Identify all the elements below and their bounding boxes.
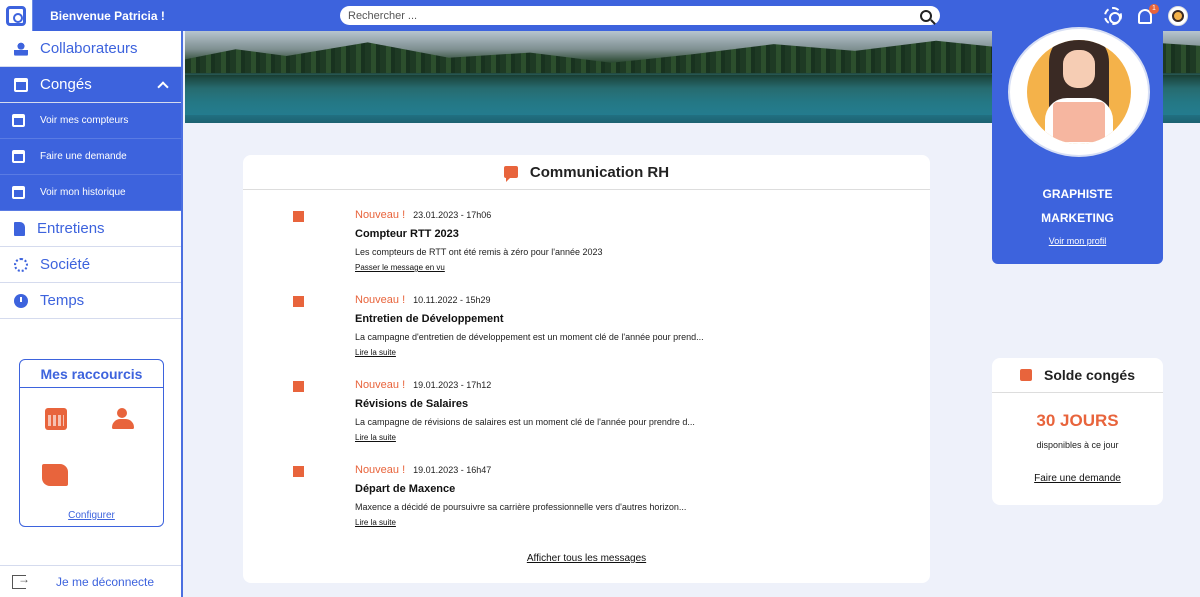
leave-balance-card: Solde congés 30 JOURS disponibles à ce j… <box>992 358 1163 505</box>
profile-role: GRAPHISTE MARKETING <box>992 182 1163 230</box>
avatar-illustration <box>1027 40 1131 144</box>
chevron-up-icon[interactable] <box>157 80 169 93</box>
logo-icon <box>6 5 26 26</box>
profile-role-line2: MARKETING <box>1041 211 1114 225</box>
message-date: 19.01.2023 - 17h12 <box>413 380 492 390</box>
message-title: Départ de Maxence <box>355 483 456 495</box>
message-meta: Nouveau ! 19.01.2023 - 16h47 <box>355 464 491 476</box>
make-request-link[interactable]: Faire une demande <box>992 473 1163 484</box>
sidebar-item-label: Temps <box>40 292 85 309</box>
message-bullet-icon <box>293 296 304 307</box>
view-profile-link[interactable]: Voir mon profil <box>992 236 1163 246</box>
sidebar-item-label: Société <box>40 256 91 273</box>
search-icon[interactable] <box>920 9 932 22</box>
communication-card: Communication RH Nouveau ! 23.01.2023 - … <box>243 155 930 583</box>
logout-label: Je me déconnecte <box>56 574 155 589</box>
sidebar-item-entretiens[interactable]: Entretiens <box>0 211 181 247</box>
gear-icon[interactable] <box>1104 6 1122 25</box>
sidebar-item-label: Congés <box>40 76 92 93</box>
sidebar-item-collaborateurs[interactable]: Collaborateurs <box>0 31 181 67</box>
sidebar-subitem-historique[interactable]: Voir mon historique <box>0 175 181 211</box>
configure-link[interactable]: Configurer <box>20 510 163 521</box>
message-body: Les compteurs de RTT ont été remis à zér… <box>355 247 603 257</box>
avatar-face <box>1063 50 1095 88</box>
message-body: La campagne d'entretien de développement… <box>355 332 704 342</box>
message-bullet-icon <box>293 381 304 392</box>
welcome-message: Bienvenue Patricia ! <box>32 0 182 31</box>
shortcuts-title: Mes raccourcis <box>20 360 163 388</box>
message-new-tag: Nouveau ! <box>355 379 406 391</box>
leave-balance-header: Solde congés <box>992 358 1163 393</box>
logout-icon <box>12 572 30 589</box>
top-bar: Bienvenue Patricia ! 1 <box>0 0 1200 31</box>
sidebar-subitem-compteurs[interactable]: Voir mes compteurs <box>0 103 181 139</box>
calendar-icon <box>1019 369 1032 381</box>
message-meta: Nouveau ! 23.01.2023 - 17h06 <box>355 209 491 221</box>
read-more-link[interactable]: Lire la suite <box>355 518 396 527</box>
logout-button[interactable]: Je me déconnecte <box>0 565 181 597</box>
sidebar-item-label: Collaborateurs <box>40 40 138 57</box>
message-title: Compteur RTT 2023 <box>355 228 459 240</box>
notification-badge: 1 <box>1149 3 1159 14</box>
mark-seen-link[interactable]: Passer le message en vu <box>355 263 445 272</box>
sidebar-item-temps[interactable]: Temps <box>0 283 181 319</box>
calendar-icon <box>12 114 25 127</box>
sidebar-subitem-label: Voir mon historique <box>40 187 126 198</box>
leave-balance-title: Solde congés <box>1043 367 1136 383</box>
search-bar <box>340 6 940 25</box>
sidebar-subitem-label: Voir mes compteurs <box>40 115 129 126</box>
message-new-tag: Nouveau ! <box>355 294 406 306</box>
communication-title: Communication RH <box>529 163 670 181</box>
avatar-icon <box>1172 9 1184 22</box>
message-meta: Nouveau ! 10.11.2022 - 15h29 <box>355 294 491 306</box>
chat-icon <box>503 166 518 182</box>
sidebar-subitem-label: Faire une demande <box>40 151 127 162</box>
calendar-plus-icon <box>12 150 25 163</box>
scroll-shortcut-icon[interactable] <box>42 464 68 486</box>
calendar-shortcut-icon[interactable] <box>45 408 67 430</box>
leave-balance-days: 30 JOURS <box>1036 411 1119 430</box>
sidebar: Collaborateurs Congés Voir mes compteurs… <box>0 31 183 597</box>
message-bullet-icon <box>293 466 304 477</box>
profile-role-line1: GRAPHISTE <box>1042 187 1113 201</box>
read-more-link[interactable]: Lire la suite <box>355 348 396 357</box>
notifications-button[interactable]: 1 <box>1136 3 1159 25</box>
message-new-tag: Nouveau ! <box>355 209 406 221</box>
person-icon <box>14 41 28 56</box>
read-more-link[interactable]: Lire la suite <box>355 433 396 442</box>
message-body: La campagne de révisions de salaires est… <box>355 417 695 427</box>
laptop-icon <box>1053 102 1105 142</box>
message-title: Révisions de Salaires <box>355 398 469 410</box>
search-input[interactable] <box>348 9 920 22</box>
sidebar-item-label: Entretiens <box>37 220 105 237</box>
message-bullet-icon <box>293 211 304 222</box>
team-icon <box>14 257 28 272</box>
user-avatar[interactable] <box>1168 5 1188 26</box>
message-new-tag: Nouveau ! <box>355 464 406 476</box>
communication-header: Communication RH <box>243 155 930 190</box>
shortcuts-panel: Mes raccourcis Configurer <box>19 359 164 527</box>
message-date: 19.01.2023 - 16h47 <box>413 465 492 475</box>
sidebar-subitem-demande[interactable]: Faire une demande <box>0 139 181 175</box>
leave-balance-subtitle: disponibles à ce jour <box>1036 440 1119 450</box>
show-all-messages-link[interactable]: Afficher tous les messages <box>243 553 930 564</box>
calendar-icon <box>14 77 28 92</box>
message-title: Entretien de Développement <box>355 313 504 325</box>
top-actions: 1 <box>1104 0 1200 31</box>
message-meta: Nouveau ! 19.01.2023 - 17h12 <box>355 379 491 391</box>
message-body: Maxence a décidé de poursuivre sa carriè… <box>355 502 687 512</box>
profile-avatar[interactable] <box>1008 27 1150 157</box>
document-icon <box>14 221 25 236</box>
app-logo[interactable] <box>0 0 32 31</box>
sidebar-item-conges[interactable]: Congés <box>0 67 181 103</box>
calendar-history-icon <box>12 186 25 199</box>
message-date: 23.01.2023 - 17h06 <box>413 210 492 220</box>
clock-icon <box>14 293 28 308</box>
sidebar-item-societe[interactable]: Société <box>0 247 181 283</box>
user-tag-shortcut-icon[interactable] <box>112 408 134 430</box>
message-date: 10.11.2022 - 15h29 <box>413 295 491 305</box>
